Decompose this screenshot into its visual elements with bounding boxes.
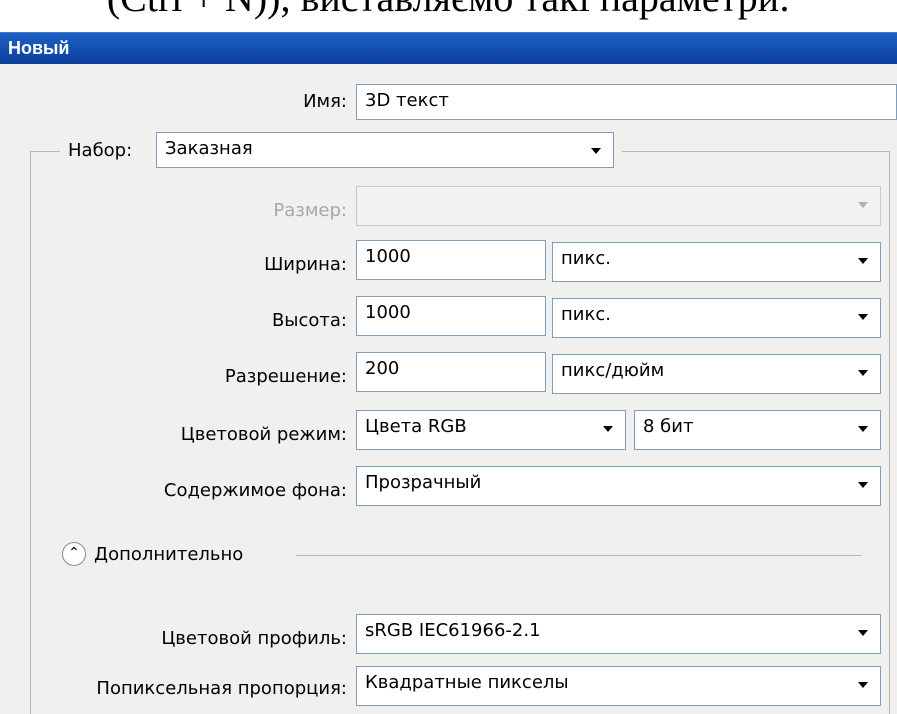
- background-select[interactable]: Прозрачный: [356, 466, 881, 506]
- chevron-down-icon: [603, 426, 613, 432]
- chevron-down-icon: [858, 258, 868, 264]
- preset-value: Заказная: [165, 138, 253, 159]
- advanced-separator: [296, 555, 862, 556]
- background-label: Содержимое фона:: [163, 480, 347, 501]
- width-label: Ширина:: [264, 254, 347, 275]
- dialog-titlebar[interactable]: Новый: [0, 32, 897, 64]
- color-profile-value: sRGB IEC61966-2.1: [365, 620, 541, 641]
- height-label: Высота:: [271, 310, 347, 331]
- name-input[interactable]: 3D текст: [356, 84, 897, 120]
- bit-depth-value: 8 бит: [643, 416, 694, 437]
- resolution-unit-select[interactable]: пикс/дюйм: [552, 354, 881, 394]
- resolution-input[interactable]: 200: [356, 352, 546, 392]
- chevron-down-icon: [858, 630, 868, 636]
- caption-text: (Ctrl + N)), виставляємо такі параметри:: [0, 0, 897, 21]
- height-unit-select[interactable]: пикс.: [552, 298, 881, 338]
- size-label: Размер:: [273, 200, 347, 221]
- height-unit-value: пикс.: [561, 304, 611, 325]
- color-profile-select[interactable]: sRGB IEC61966-2.1: [356, 614, 881, 654]
- resolution-label: Разрешение:: [224, 366, 347, 387]
- preset-group-line-right: [622, 151, 890, 152]
- preset-group-line-side: [30, 151, 31, 714]
- pixel-aspect-label: Попиксельная пропорция:: [96, 678, 347, 699]
- width-unit-select[interactable]: пикс.: [552, 242, 881, 282]
- chevron-down-icon: [858, 426, 868, 432]
- color-mode-select[interactable]: Цвета RGB: [356, 410, 626, 450]
- color-mode-label: Цветовой режим:: [180, 424, 347, 445]
- advanced-label[interactable]: Дополнительно: [94, 544, 243, 566]
- pixel-aspect-select[interactable]: Квадратные пикселы: [356, 666, 881, 706]
- background-value: Прозрачный: [365, 472, 482, 493]
- preset-select[interactable]: Заказная: [156, 132, 614, 168]
- resolution-unit-value: пикс/дюйм: [561, 360, 665, 381]
- size-select[interactable]: [356, 186, 881, 226]
- chevron-down-icon: [858, 682, 868, 688]
- color-mode-value: Цвета RGB: [365, 416, 467, 437]
- color-profile-label: Цветовой профиль:: [161, 628, 347, 649]
- new-document-dialog: Имя: 3D текст Набор: Заказная Размер: Ши…: [0, 64, 897, 714]
- preset-group-line-left: [30, 151, 60, 152]
- double-chevron-up-icon[interactable]: ⌃: [62, 542, 86, 566]
- width-input[interactable]: 1000: [356, 240, 546, 280]
- chevron-down-icon: [858, 202, 868, 208]
- preset-group-line-right-side: [889, 151, 890, 714]
- chevron-down-icon: [858, 370, 868, 376]
- chevron-down-icon: [858, 314, 868, 320]
- name-label: Имя:: [303, 91, 347, 112]
- width-unit-value: пикс.: [561, 248, 611, 269]
- pixel-aspect-value: Квадратные пикселы: [365, 672, 569, 693]
- chevron-down-icon: [591, 148, 601, 154]
- chevron-down-icon: [858, 482, 868, 488]
- height-input[interactable]: 1000: [356, 296, 546, 336]
- dialog-title: Новый: [8, 38, 70, 58]
- bit-depth-select[interactable]: 8 бит: [634, 410, 881, 450]
- document-caption: (Ctrl + N)), виставляємо такі параметри:: [0, 0, 897, 32]
- preset-label: Набор:: [68, 140, 133, 161]
